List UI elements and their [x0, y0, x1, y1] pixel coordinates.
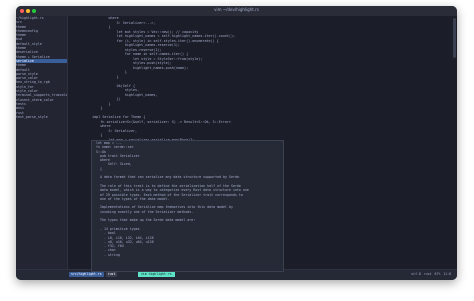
code-area[interactable]: where S: Serializer<...>, { let mut styl…	[84, 16, 451, 142]
status-file-chip: src/highlight.rs	[69, 272, 104, 277]
popup-line: - string	[96, 252, 120, 257]
window-title: vim ~/dev/highlight.rs	[214, 7, 259, 12]
status-right: utf-8 rust 67% 11:8	[411, 272, 451, 277]
scrollbar[interactable]	[453, 18, 456, 58]
status-percent: 67%	[434, 272, 441, 276]
sidebar-item[interactable]: test_parse_style	[16, 115, 67, 119]
status-cursor: 11:8	[443, 272, 451, 276]
sidebar-item[interactable]: terminal_supports_truecolor	[16, 93, 67, 97]
status-encoding: utf-8	[411, 272, 421, 276]
status-center: vim highlight.rs	[138, 272, 175, 277]
title-bar: vim ~/dev/highlight.rs	[16, 6, 457, 16]
status-filetype: rust	[423, 272, 432, 276]
status-lang-chip: rust	[105, 272, 118, 277]
status-left: src/highlight.rs rust	[69, 272, 118, 277]
line-number-gutter	[68, 16, 82, 270]
hover-documentation-popup[interactable]: let map = ... fn name: serde::ser S::Ok pu…	[91, 140, 284, 272]
file-outline-sidebar[interactable]: ~/highlight.rs src theme themeconfig theme b…	[16, 16, 68, 270]
